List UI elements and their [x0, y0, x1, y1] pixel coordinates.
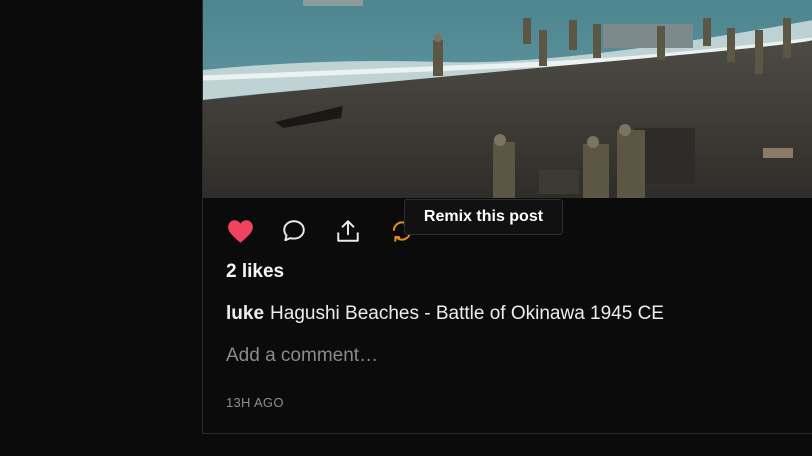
comment-icon [283, 220, 305, 242]
like-button[interactable] [226, 217, 254, 245]
post-timestamp: 13H AGO [226, 395, 284, 410]
share-button[interactable] [334, 217, 362, 245]
comment-input[interactable] [226, 345, 726, 367]
heart-icon [227, 219, 253, 243]
comment-button[interactable] [280, 217, 308, 245]
post-image[interactable] [203, 0, 812, 198]
caption-text: Hagushi Beaches - Battle of Okinawa 1945… [270, 303, 664, 324]
remix-tooltip: Remix this post [404, 199, 563, 235]
like-count[interactable]: 2 likes [226, 261, 284, 283]
share-icon [337, 220, 359, 242]
post-actions [226, 214, 416, 248]
post-username[interactable]: luke [226, 303, 264, 324]
post-caption: luke Hagushi Beaches - Battle of Okinawa … [226, 303, 664, 325]
